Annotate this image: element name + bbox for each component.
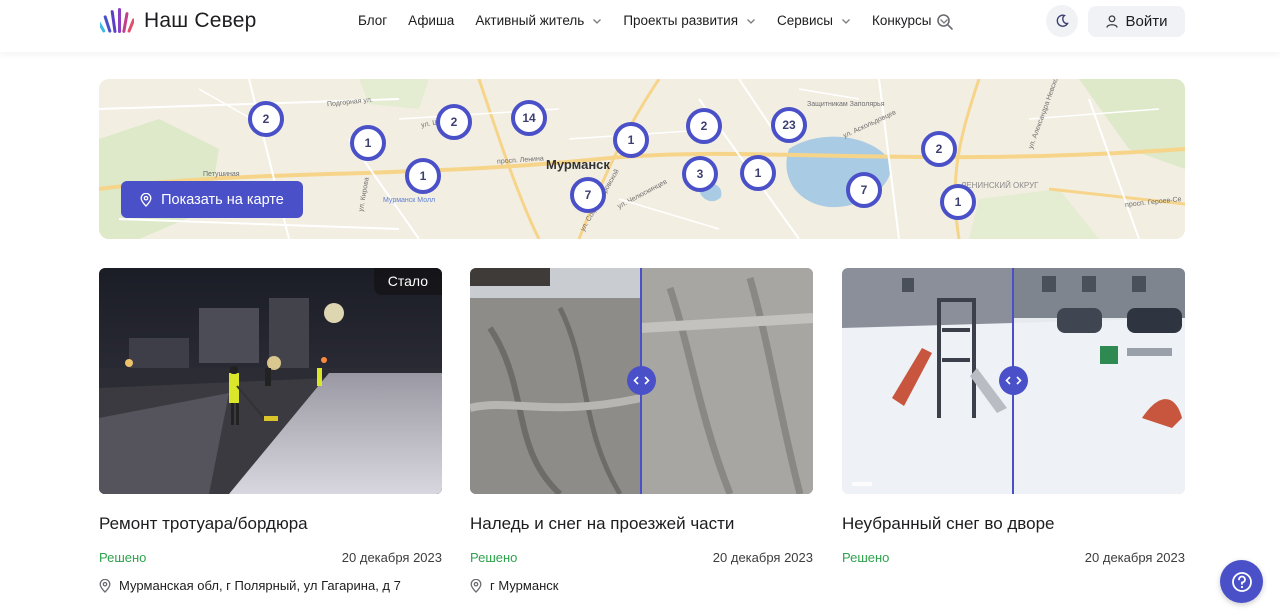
- map-cluster-marker[interactable]: 2: [436, 104, 472, 140]
- map-cluster-marker[interactable]: 7: [570, 177, 606, 213]
- logo-icon: [100, 8, 134, 33]
- status-badge: Решено: [99, 550, 147, 565]
- nav-label: Активный житель: [475, 13, 585, 28]
- map-cluster-marker[interactable]: 2: [686, 108, 722, 144]
- map-street-label: Защитникам Заполярья: [807, 101, 885, 108]
- nav-item-active-citizen[interactable]: Активный житель: [475, 13, 602, 28]
- card-date: 20 декабря 2023: [341, 550, 442, 565]
- logo-text: Наш Север: [144, 9, 257, 32]
- map-cluster-marker[interactable]: 1: [940, 184, 976, 220]
- help-icon: [1231, 571, 1252, 592]
- show-on-map-label: Показать на карте: [161, 191, 284, 208]
- card-title[interactable]: Ремонт тротуара/бордюра: [99, 514, 308, 534]
- map-cluster-marker[interactable]: 7: [846, 172, 882, 208]
- chevron-down-icon: [842, 18, 850, 24]
- status-badge: Решено: [470, 550, 518, 565]
- nav-item-services[interactable]: Сервисы: [777, 13, 851, 28]
- map-cluster-marker[interactable]: 14: [511, 100, 547, 136]
- problem-card[interactable]: Наледь и снег на проезжей части Решено 2…: [470, 268, 813, 593]
- login-label: Войти: [1125, 13, 1168, 30]
- logo[interactable]: Наш Север: [100, 7, 256, 35]
- chevrons-left-right-icon: [633, 376, 650, 385]
- address-text: г Мурманск: [490, 578, 559, 593]
- map-cluster-marker[interactable]: 1: [740, 155, 776, 191]
- card-title[interactable]: Неубранный снег во дворе: [842, 514, 1055, 534]
- after-badge: Стало: [373, 268, 442, 295]
- map-city-label: Мурманск: [546, 157, 610, 172]
- card-date: 20 декабря 2023: [1084, 550, 1185, 565]
- main-nav: Блог Афиша Активный житель Проекты разви…: [358, 13, 970, 28]
- nav-item-blog[interactable]: Блог: [358, 13, 387, 28]
- before-after-slider[interactable]: [470, 268, 813, 494]
- night-street-photo: [99, 268, 442, 494]
- chevron-down-icon: [593, 18, 602, 24]
- map-poi-label: Мурманск Молл: [383, 197, 436, 204]
- status-badge: Решено: [842, 550, 890, 565]
- chevron-down-icon: [747, 18, 756, 24]
- card-address: Мурманская обл, г Полярный, ул Гагарина,…: [99, 578, 401, 593]
- chevrons-left-right-icon: [1005, 376, 1022, 385]
- map-cluster-marker[interactable]: 1: [613, 122, 649, 158]
- before-after-slider[interactable]: [842, 268, 1185, 494]
- slider-handle[interactable]: [627, 366, 656, 395]
- map-district-label: ЛЕНИНСКИЙ ОКРУГ: [961, 181, 1039, 190]
- location-pin-icon: [470, 578, 482, 593]
- help-button[interactable]: [1220, 560, 1263, 603]
- address-text: Мурманская обл, г Полярный, ул Гагарина,…: [119, 578, 401, 593]
- card-title[interactable]: Наледь и снег на проезжей части: [470, 514, 734, 534]
- map-cluster-marker[interactable]: 3: [682, 156, 718, 192]
- login-button[interactable]: Войти: [1088, 6, 1185, 37]
- nav-item-projects[interactable]: Проекты развития: [623, 13, 756, 28]
- slider-handle[interactable]: [999, 366, 1028, 395]
- moon-icon: [1056, 14, 1069, 27]
- card-date: 20 декабря 2023: [712, 550, 813, 565]
- map-cluster-marker[interactable]: 1: [405, 158, 441, 194]
- location-pin-icon: [99, 578, 111, 593]
- nav-label: Афиша: [408, 13, 455, 28]
- location-pin-icon: [140, 192, 152, 207]
- map-cluster-marker[interactable]: 1: [350, 125, 386, 161]
- problem-photo[interactable]: Стало: [99, 268, 442, 494]
- map-street-label: Петушиная: [203, 171, 240, 178]
- nav-label: Проекты развития: [623, 13, 739, 28]
- site-header: Наш Север Блог Афиша Активный житель Про…: [0, 0, 1280, 52]
- nav-item-afisha[interactable]: Афиша: [408, 13, 454, 28]
- show-on-map-button[interactable]: Показать на карте: [121, 181, 303, 218]
- search-icon[interactable]: [936, 13, 954, 31]
- user-icon: [1105, 15, 1118, 28]
- problem-card[interactable]: Неубранный снег во дворе Решено 20 декаб…: [842, 268, 1185, 565]
- map-cluster-marker[interactable]: 2: [248, 101, 284, 137]
- problem-card[interactable]: Стало Ремонт тротуара/бордюра Решено 20 …: [99, 268, 442, 593]
- card-address: г Мурманск: [470, 578, 558, 593]
- map-cluster-marker[interactable]: 2: [921, 131, 957, 167]
- nav-label: Блог: [358, 13, 388, 28]
- theme-toggle-button[interactable]: [1046, 5, 1078, 37]
- map-cluster-marker[interactable]: 23: [771, 107, 807, 143]
- nav-label: Конкурсы: [871, 13, 932, 28]
- problems-map[interactable]: Подгорная ул. ул. Шмидта Петушиная Мурма…: [99, 79, 1185, 239]
- nav-label: Сервисы: [777, 13, 833, 28]
